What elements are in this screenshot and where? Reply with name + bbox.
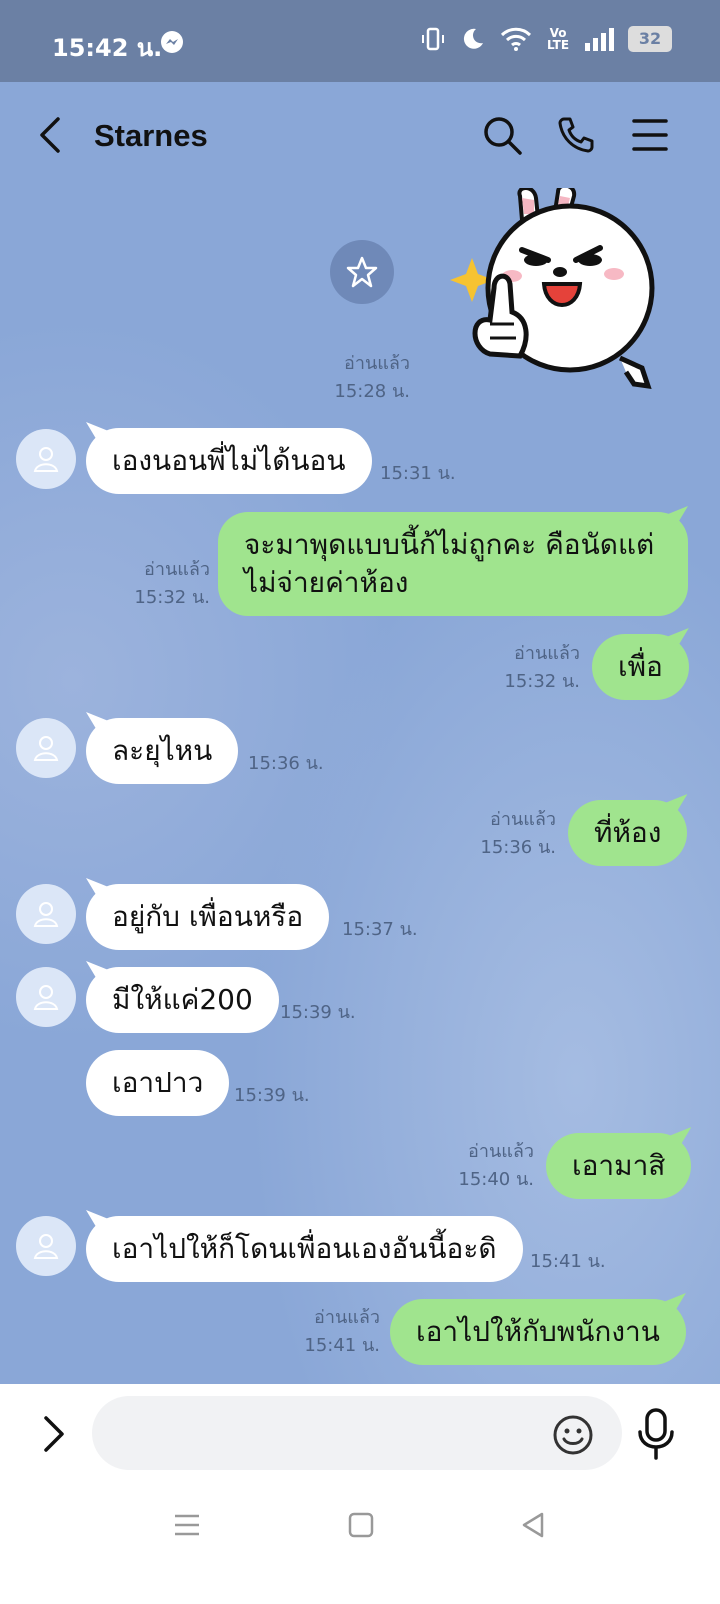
message-meta: อ่านแล้ว 15:40 น. <box>434 1138 534 1194</box>
contact-avatar[interactable] <box>16 429 76 489</box>
user-icon <box>33 902 59 927</box>
phone-icon[interactable] <box>554 113 598 157</box>
user-icon <box>33 1234 59 1259</box>
moon-icon <box>463 28 483 49</box>
status-icons: Vo LTE 32 <box>420 26 672 52</box>
sticker-meta: อ่านแล้ว 15:28 น. <box>300 350 410 406</box>
contact-avatar[interactable] <box>16 718 76 778</box>
user-icon <box>33 736 59 761</box>
search-icon[interactable] <box>480 113 524 157</box>
incoming-message[interactable]: เองนอนพี่ไม่ได้นอน <box>86 428 372 494</box>
message-time: 15:37 น. <box>342 919 418 940</box>
outgoing-message[interactable]: เอามาสิ <box>546 1133 692 1199</box>
messenger-icon <box>161 31 183 53</box>
contact-avatar[interactable] <box>16 1216 76 1276</box>
message-time: 15:40 น. <box>458 1169 534 1190</box>
incoming-message[interactable]: ละยุไหน <box>86 718 239 784</box>
system-navigation-bar <box>0 1484 720 1604</box>
message-time: 15:31 น. <box>380 463 456 484</box>
outgoing-message[interactable]: ที่ห้อง <box>568 800 688 866</box>
back-icon[interactable] <box>30 113 74 157</box>
chevron-right-icon[interactable] <box>34 1412 74 1456</box>
status-bar: 15:42 น. Vo LTE 32 <box>0 0 720 82</box>
volte-indicator: Vo LTE <box>546 26 570 52</box>
chat-title: Starnes <box>94 118 208 153</box>
favorite-star-button[interactable] <box>330 240 394 304</box>
message-time: 15:32 น. <box>134 587 210 608</box>
outgoing-message[interactable]: เพื่อ <box>592 634 689 700</box>
message-time: 15:41 น. <box>304 1335 380 1356</box>
bunny-sticker[interactable] <box>450 188 670 408</box>
message-meta: อ่านแล้ว 15:32 น. <box>110 556 210 612</box>
star-icon <box>346 256 378 288</box>
read-receipt: อ่านแล้ว <box>468 1141 534 1162</box>
message-input-bar <box>0 1384 720 1484</box>
incoming-message[interactable]: เอาไปให้ก็โดนเพื่อนเองอันนี้อะดิ <box>86 1216 523 1282</box>
emoji-icon[interactable] <box>552 1414 594 1456</box>
user-icon <box>33 447 59 472</box>
read-receipt: อ่านแล้ว <box>344 353 410 374</box>
message-meta: อ่านแล้ว 15:36 น. <box>456 806 556 862</box>
read-receipt: อ่านแล้ว <box>144 559 210 580</box>
message-time: 15:39 น. <box>280 1002 356 1023</box>
message-meta: อ่านแล้ว 15:32 น. <box>480 640 580 696</box>
message-meta: อ่านแล้ว 15:41 น. <box>280 1304 380 1360</box>
battery-indicator: 32 <box>628 26 672 52</box>
back-nav-icon[interactable] <box>518 1510 548 1540</box>
wifi-icon <box>500 27 532 51</box>
menu-icon[interactable] <box>628 113 672 157</box>
read-receipt: อ่านแล้ว <box>514 643 580 664</box>
incoming-message[interactable]: มีให้แค่200 <box>86 967 279 1033</box>
status-time: 15:42 น. <box>52 34 163 62</box>
read-receipt: อ่านแล้ว <box>314 1307 380 1328</box>
recent-apps-icon[interactable] <box>172 1510 202 1540</box>
incoming-message[interactable]: เอาปาว <box>86 1050 230 1116</box>
message-time: 15:32 น. <box>504 671 580 692</box>
contact-avatar[interactable] <box>16 884 76 944</box>
outgoing-message[interactable]: จะมาพุดแบบนี้ก้ไม่ถูกคะ คือนัดแต่ไม่จ่าย… <box>218 512 688 616</box>
home-icon[interactable] <box>346 1510 376 1540</box>
user-icon <box>33 985 59 1010</box>
message-input[interactable] <box>92 1396 622 1470</box>
message-time: 15:36 น. <box>248 753 324 774</box>
outgoing-message[interactable]: เอาไปให้กับพนักงาน <box>390 1299 686 1365</box>
message-time: 15:36 น. <box>480 837 556 858</box>
incoming-message[interactable]: อยู่กับ เพื่อนหรือ <box>86 884 330 950</box>
read-receipt: อ่านแล้ว <box>490 809 556 830</box>
vibrate-icon <box>422 27 444 51</box>
microphone-icon[interactable] <box>634 1406 678 1462</box>
contact-avatar[interactable] <box>16 967 76 1027</box>
message-time: 15:41 น. <box>530 1251 606 1272</box>
message-time: 15:28 น. <box>334 381 410 402</box>
signal-icon <box>585 28 614 51</box>
message-time: 15:39 น. <box>234 1085 310 1106</box>
